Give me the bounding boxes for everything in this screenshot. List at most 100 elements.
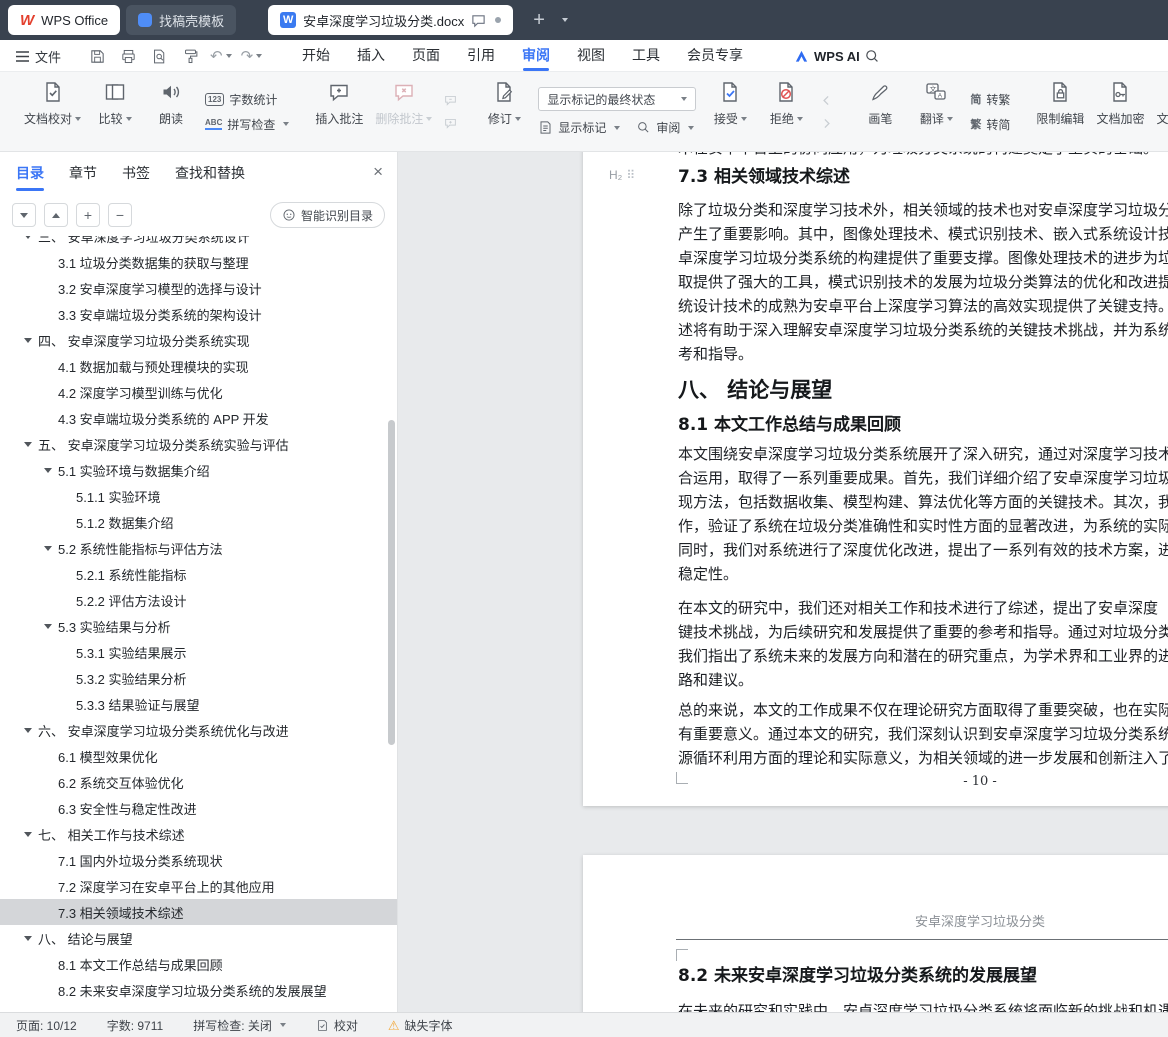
toc-expand-triangle[interactable] bbox=[24, 935, 32, 941]
zoom-out-outline-button[interactable]: − bbox=[108, 203, 132, 227]
toc-item[interactable]: 七、 相关工作与技术综述 bbox=[0, 821, 397, 847]
toc-item[interactable]: 5.1 实验环境与数据集介绍 bbox=[0, 457, 397, 483]
toc-expand-triangle[interactable] bbox=[24, 727, 32, 733]
toc-item[interactable]: 三、 安卓深度学习垃圾分类系统设计 bbox=[0, 236, 397, 249]
toc-item[interactable]: 四、 安卓深度学习垃圾分类系统实现 bbox=[0, 327, 397, 353]
sidebar-tab[interactable]: 书签 bbox=[122, 152, 150, 194]
delete-comment-button[interactable]: 删除批注 bbox=[369, 72, 438, 151]
toc-item[interactable]: 3.3 安卓端垃圾分类系统的架构设计 bbox=[0, 301, 397, 327]
wps-ai-button[interactable]: WPS AI bbox=[794, 40, 860, 72]
next-change-button[interactable] bbox=[817, 116, 835, 131]
proofread-status[interactable]: 校对 bbox=[316, 1017, 358, 1034]
doc-proofread-button[interactable]: 文档校对 bbox=[18, 72, 87, 151]
toc-item[interactable]: 3.2 安卓深度学习模型的选择与设计 bbox=[0, 275, 397, 301]
toc-expand-triangle[interactable] bbox=[24, 441, 32, 447]
search-icon[interactable] bbox=[864, 40, 880, 72]
tab-list-chevron[interactable] bbox=[559, 18, 568, 22]
toc-item[interactable]: 六、 安卓深度学习垃圾分类系统优化与改进 bbox=[0, 717, 397, 743]
toc-item[interactable]: 5.1.2 数据集介绍 bbox=[0, 509, 397, 535]
print-button[interactable] bbox=[117, 45, 139, 67]
file-menu-button[interactable]: 文件 bbox=[16, 40, 61, 72]
toc-item[interactable]: 6.1 模型效果优化 bbox=[0, 743, 397, 769]
toc-item[interactable]: 7.1 国内外垃圾分类系统现状 bbox=[0, 847, 397, 873]
translate-button[interactable]: 文A 翻译 bbox=[908, 72, 964, 151]
track-changes-button[interactable]: 修订 bbox=[476, 72, 532, 151]
spell-check-button[interactable]: ABC 拼写检查 bbox=[205, 116, 290, 133]
pen-button[interactable]: 画笔 bbox=[852, 72, 908, 151]
menu-tab[interactable]: 开始 bbox=[302, 40, 330, 72]
menu-tab[interactable]: 引用 bbox=[467, 40, 495, 72]
toc-item[interactable]: 5.3.2 实验结果分析 bbox=[0, 665, 397, 691]
close-sidebar-icon[interactable]: × bbox=[373, 161, 383, 183]
menu-tab[interactable]: 工具 bbox=[632, 40, 660, 72]
doc-permission-button[interactable]: 文档权限 bbox=[1150, 72, 1168, 151]
zoom-in-outline-button[interactable]: + bbox=[76, 203, 100, 227]
tab-document-active[interactable]: W 安卓深度学习垃圾分类.docx bbox=[268, 5, 514, 35]
toc-item[interactable]: 8.1 本文工作总结与成果回顾 bbox=[0, 951, 397, 977]
save-button[interactable] bbox=[86, 45, 108, 67]
toc-item[interactable]: 6.2 系统交互体验优化 bbox=[0, 769, 397, 795]
sidebar-scrollbar-thumb[interactable] bbox=[388, 420, 395, 745]
spellcheck-toggle[interactable]: 拼写检查: 关闭 bbox=[193, 1017, 286, 1034]
expand-all-button[interactable] bbox=[12, 203, 36, 227]
toc-item[interactable]: 8.2 未来安卓深度学习垃圾分类系统的发展展望 bbox=[0, 977, 397, 1003]
sidebar-tab[interactable]: 目录 bbox=[16, 152, 44, 194]
heading-level-badge[interactable]: H₂ ⠿ bbox=[609, 168, 635, 182]
print-preview-button[interactable] bbox=[148, 45, 170, 67]
sidebar-tab[interactable]: 章节 bbox=[69, 152, 97, 194]
missing-font-warning[interactable]: ⚠ 缺失字体 bbox=[388, 1017, 453, 1034]
toc-item[interactable]: 5.1.1 实验环境 bbox=[0, 483, 397, 509]
menu-tab[interactable]: 会员专享 bbox=[687, 40, 743, 72]
markup-state-select[interactable]: 显示标记的最终状态 bbox=[538, 87, 697, 111]
traditional-to-simplified-button[interactable]: 繁 转简 bbox=[970, 116, 1010, 133]
tab-wps-office[interactable]: W WPS Office bbox=[8, 5, 121, 35]
new-tab-button[interactable]: + bbox=[529, 10, 549, 30]
toc-item[interactable]: 5.2.1 系统性能指标 bbox=[0, 561, 397, 587]
page-indicator[interactable]: 页面: 10/12 bbox=[16, 1017, 77, 1034]
toc-expand-triangle[interactable] bbox=[24, 831, 32, 837]
restrict-editing-button[interactable]: 限制编辑 bbox=[1030, 72, 1090, 151]
compare-button[interactable]: 比较 bbox=[87, 72, 143, 151]
toc-item[interactable]: 4.1 数据加载与预处理模块的实现 bbox=[0, 353, 397, 379]
redo-dropdown-chevron[interactable] bbox=[256, 54, 263, 58]
toc-item[interactable]: 5.3.3 结果验证与展望 bbox=[0, 691, 397, 717]
menu-tab[interactable]: 插入 bbox=[357, 40, 385, 72]
format-painter-button[interactable] bbox=[179, 45, 201, 67]
toc-item[interactable]: 7.2 深度学习在安卓平台上的其他应用 bbox=[0, 873, 397, 899]
toc-item[interactable]: 3.1 垃圾分类数据集的获取与整理 bbox=[0, 249, 397, 275]
tab-template-store[interactable]: 找稿壳模板 bbox=[126, 5, 237, 35]
sidebar-tab[interactable]: 查找和替换 bbox=[175, 152, 245, 194]
simplified-to-traditional-button[interactable]: 简 转繁 bbox=[970, 91, 1010, 108]
undo-dropdown-chevron[interactable] bbox=[225, 54, 232, 58]
toc-item[interactable]: 五、 安卓深度学习垃圾分类系统实验与评估 bbox=[0, 431, 397, 457]
toc-expand-triangle[interactable] bbox=[44, 545, 52, 551]
toc-item[interactable]: 7.3 相关领域技术综述 bbox=[0, 899, 397, 925]
collapse-all-button[interactable] bbox=[44, 203, 68, 227]
word-count-indicator[interactable]: 字数: 9711 bbox=[107, 1017, 163, 1034]
toc-item[interactable]: 4.3 安卓端垃圾分类系统的 APP 开发 bbox=[0, 405, 397, 431]
reject-change-button[interactable]: 拒绝 bbox=[758, 72, 814, 151]
menu-tab[interactable]: 页面 bbox=[412, 40, 440, 72]
doc-encrypt-button[interactable]: 文档加密 bbox=[1090, 72, 1150, 151]
review-panel-button[interactable]: 审阅 bbox=[636, 119, 695, 136]
next-comment-button[interactable] bbox=[441, 116, 459, 131]
smart-toc-button[interactable]: 智能识别目录 bbox=[269, 202, 385, 228]
read-aloud-button[interactable]: 朗读 bbox=[143, 72, 199, 151]
toc-item[interactable]: 八、 结论与展望 bbox=[0, 925, 397, 951]
toc-item[interactable]: 5.2.2 评估方法设计 bbox=[0, 587, 397, 613]
toc-item[interactable]: 5.3.1 实验结果展示 bbox=[0, 639, 397, 665]
comment-bubble-icon[interactable] bbox=[471, 13, 486, 28]
document-canvas[interactable]: 术在安卓平台上的协同应用，为垃圾分类系统的构建奠定了坚实的基础。 H₂ ⠿ 7.… bbox=[398, 152, 1168, 1012]
toc-item[interactable]: 4.2 深度学习模型训练与优化 bbox=[0, 379, 397, 405]
undo-button[interactable]: ↶ bbox=[210, 47, 232, 65]
show-markup-button[interactable]: 显示标记 bbox=[538, 119, 621, 136]
unsaved-dot-indicator[interactable] bbox=[495, 17, 502, 23]
toc-expand-triangle[interactable] bbox=[24, 236, 32, 239]
insert-comment-button[interactable]: 插入批注 bbox=[309, 72, 369, 151]
previous-change-button[interactable] bbox=[817, 93, 835, 108]
toc-item[interactable]: 5.3 实验结果与分析 bbox=[0, 613, 397, 639]
toc-expand-triangle[interactable] bbox=[44, 623, 52, 629]
accept-change-button[interactable]: 接受 bbox=[702, 72, 758, 151]
toc-expand-triangle[interactable] bbox=[44, 467, 52, 473]
toc-expand-triangle[interactable] bbox=[24, 337, 32, 343]
